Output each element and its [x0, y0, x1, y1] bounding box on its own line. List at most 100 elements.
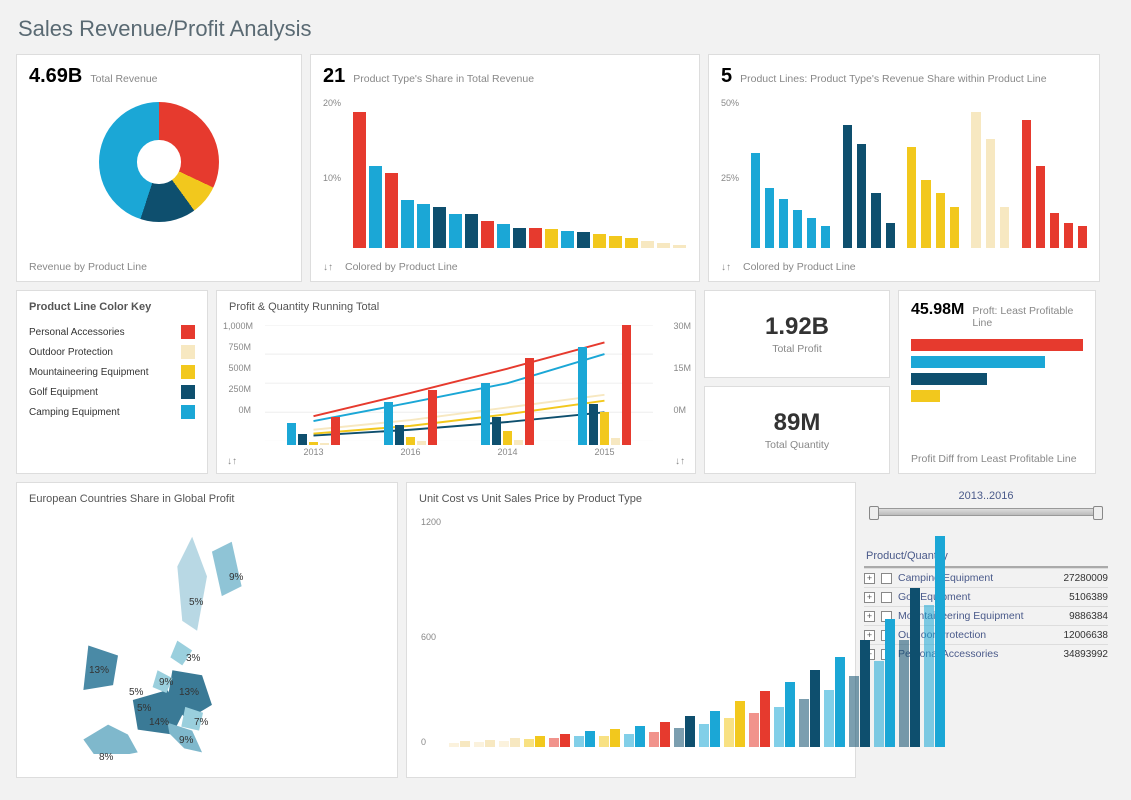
bar[interactable] — [497, 224, 510, 248]
bar-cost[interactable] — [599, 736, 609, 748]
bar[interactable] — [843, 125, 852, 248]
year-range-slider[interactable]: 2013..2016 — [864, 482, 1108, 520]
bar-cost[interactable] — [824, 690, 834, 748]
bar[interactable] — [320, 443, 329, 445]
bar-price[interactable] — [910, 588, 920, 747]
bar-cost[interactable] — [649, 732, 659, 747]
bar[interactable] — [577, 232, 590, 248]
combo-chart[interactable] — [265, 325, 653, 445]
bar[interactable] — [449, 214, 462, 248]
bar[interactable] — [1064, 223, 1073, 248]
bar[interactable] — [353, 112, 366, 248]
bar[interactable] — [625, 238, 638, 248]
hbar[interactable] — [911, 356, 1045, 368]
bar[interactable] — [384, 402, 393, 445]
bar[interactable] — [331, 417, 340, 445]
bar-price[interactable] — [610, 729, 620, 747]
europe-map[interactable]: 9%5%3%13%9%5%13%5%14%7%9%8% — [29, 517, 385, 757]
slider-handle-right[interactable] — [1093, 506, 1103, 520]
bar[interactable] — [465, 214, 478, 248]
hbar[interactable] — [911, 390, 940, 402]
bar-cost[interactable] — [524, 739, 534, 747]
hbar[interactable] — [911, 339, 1083, 351]
bar[interactable] — [525, 358, 534, 445]
bar[interactable] — [657, 243, 670, 248]
bar[interactable] — [417, 204, 430, 248]
bar-cost[interactable] — [749, 713, 759, 748]
bar-chart-5[interactable]: 50% 25% — [751, 98, 1087, 248]
bar-chart-21[interactable]: 20% 10% — [353, 98, 687, 248]
checkbox[interactable] — [881, 592, 892, 603]
bar-price[interactable] — [885, 619, 895, 747]
bar-cost[interactable] — [874, 661, 884, 747]
sort-icon[interactable]: ↓↑ — [227, 456, 237, 467]
bar[interactable] — [600, 412, 609, 445]
bar[interactable] — [921, 180, 930, 248]
bar-cost[interactable] — [799, 699, 809, 747]
bar-cost[interactable] — [924, 605, 934, 747]
bar[interactable] — [907, 147, 916, 248]
bar-cost[interactable] — [574, 736, 584, 747]
slider-handle-left[interactable] — [869, 506, 879, 520]
bar[interactable] — [751, 153, 760, 248]
bar[interactable] — [807, 218, 816, 248]
bar-cost[interactable] — [849, 676, 859, 747]
bar[interactable] — [593, 234, 606, 248]
bar[interactable] — [1078, 226, 1087, 248]
bar[interactable] — [529, 228, 542, 248]
bar-cost[interactable] — [449, 743, 459, 747]
expand-icon[interactable]: + — [864, 592, 875, 603]
bar-price[interactable] — [860, 640, 870, 747]
bar-price[interactable] — [535, 736, 545, 747]
bar[interactable] — [622, 325, 631, 445]
hbar-chart-profit-diff[interactable] — [911, 339, 1083, 402]
bar[interactable] — [793, 210, 802, 248]
bar[interactable] — [406, 437, 415, 445]
bar[interactable] — [287, 423, 296, 445]
legend-item[interactable]: Mountaineering Equipment — [29, 365, 195, 379]
bar[interactable] — [589, 404, 598, 445]
bar[interactable] — [561, 231, 574, 248]
bar-price[interactable] — [685, 716, 695, 747]
bar-chart-unit-cost-price[interactable]: 1200 600 0 — [449, 517, 843, 747]
bar[interactable] — [971, 112, 980, 248]
legend-item[interactable]: Outdoor Protection — [29, 345, 195, 359]
bar[interactable] — [950, 207, 959, 248]
bar-price[interactable] — [560, 734, 570, 747]
bar[interactable] — [503, 431, 512, 445]
bar-cost[interactable] — [674, 728, 684, 747]
bar-cost[interactable] — [899, 640, 909, 747]
bar-price[interactable] — [810, 670, 820, 747]
bar-price[interactable] — [460, 741, 470, 747]
bar-price[interactable] — [585, 731, 595, 747]
bar[interactable] — [611, 438, 620, 445]
bar[interactable] — [641, 241, 654, 248]
bar[interactable] — [401, 200, 414, 248]
bar[interactable] — [395, 425, 404, 445]
sort-icon[interactable]: ↓↑ — [323, 262, 333, 273]
bar-cost[interactable] — [549, 738, 559, 747]
checkbox[interactable] — [881, 573, 892, 584]
bar-price[interactable] — [735, 701, 745, 747]
bar[interactable] — [936, 193, 945, 248]
sort-icon[interactable]: ↓↑ — [721, 262, 731, 273]
bar[interactable] — [433, 207, 446, 248]
bar-price[interactable] — [785, 682, 795, 747]
bar-price[interactable] — [760, 691, 770, 747]
bar[interactable] — [1036, 166, 1045, 248]
bar-cost[interactable] — [499, 741, 509, 747]
bar-cost[interactable] — [724, 718, 734, 747]
bar[interactable] — [309, 442, 318, 445]
bar[interactable] — [609, 236, 622, 248]
bar[interactable] — [417, 441, 426, 445]
bar[interactable] — [514, 440, 523, 445]
legend-item[interactable]: Golf Equipment — [29, 385, 195, 399]
bar[interactable] — [779, 199, 788, 248]
bar-price[interactable] — [935, 536, 945, 747]
donut-chart-revenue[interactable] — [99, 102, 219, 222]
bar-price[interactable] — [660, 722, 670, 747]
bar-price[interactable] — [835, 657, 845, 747]
bar[interactable] — [481, 383, 490, 445]
bar[interactable] — [513, 228, 526, 248]
bar[interactable] — [1050, 213, 1059, 248]
